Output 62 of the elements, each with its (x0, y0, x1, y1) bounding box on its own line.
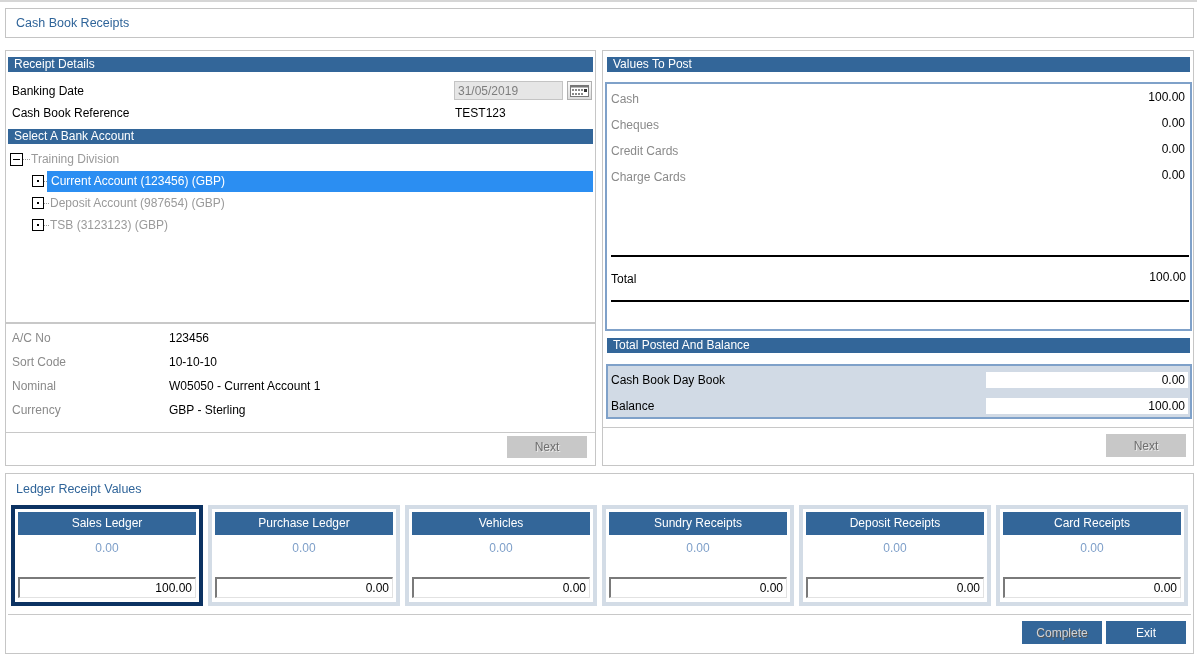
page-title: Cash Book Receipts (16, 16, 130, 30)
ledger-card[interactable]: Purchase Ledger 0.00 0.00 (208, 505, 400, 606)
value-label: Credit Cards (611, 144, 679, 158)
detail-value: 10-10-10 (169, 355, 219, 369)
calendar-icon (570, 84, 589, 97)
total-amount: 100.00 (1149, 269, 1186, 284)
section-header: Select A Bank Account (8, 129, 593, 144)
detail-label: Currency (12, 403, 62, 417)
card-header: Deposit Receipts (806, 512, 984, 535)
field-label: Cash Book Reference (12, 106, 131, 120)
section-title: Ledger Receipt Values (16, 482, 142, 496)
card-header: Sales Ledger (18, 512, 196, 535)
value-label: Cheques (611, 118, 660, 132)
ledger-card[interactable]: Card Receipts 0.00 0.00 (996, 505, 1188, 606)
detail-label: Sort Code (12, 355, 68, 369)
ledger-card[interactable]: Sales Ledger 0.00 100.00 (11, 505, 203, 606)
posted-amount: 0.00 (291, 540, 317, 557)
detail-value: GBP - Sterling (169, 403, 247, 417)
posted-amount: 0.00 (94, 540, 120, 557)
posted-amount: 0.00 (488, 540, 514, 557)
amount-text: 0.00 (1161, 142, 1185, 156)
amount-field[interactable]: 0.00 (1003, 577, 1181, 598)
balance-label: Cash Book Day Book (611, 373, 726, 387)
amount-field[interactable]: 0.00 (215, 577, 393, 598)
card-header: Vehicles (412, 512, 590, 535)
card-header: Card Receipts (1003, 512, 1181, 535)
detail-value: W05050 - Current Account 1 (169, 379, 322, 393)
ledger-card[interactable]: Deposit Receipts 0.00 0.00 (799, 505, 991, 606)
amount-field: 0.00 (986, 372, 1188, 388)
amount-field[interactable]: 0.00 (806, 577, 984, 598)
posted-amount: 0.00 (1079, 540, 1105, 557)
field-label: Banking Date (12, 83, 86, 98)
detail-label: Nominal (12, 379, 57, 393)
balance-label: Balance (611, 399, 655, 413)
field-value: TEST123 (454, 106, 507, 120)
section-header: Values To Post (607, 57, 1190, 72)
value-label: Cash (611, 92, 639, 106)
amount-text: 0.00 (1161, 168, 1185, 182)
amount-text: 0.00 (1161, 116, 1185, 130)
minus-box-icon[interactable] (10, 152, 30, 166)
posted-amount: 0.00 (882, 540, 908, 557)
ledger-card[interactable]: Sundry Receipts 0.00 0.00 (602, 505, 794, 606)
total-label: Total (611, 271, 637, 286)
amount-field[interactable]: 0.00 (609, 577, 787, 598)
amount-field[interactable]: 0.00 (412, 577, 590, 598)
ledger-card[interactable]: Vehicles 0.00 0.00 (405, 505, 597, 606)
dot-box-icon[interactable] (32, 197, 49, 209)
action-button[interactable]: Exit (1106, 621, 1186, 644)
section-header: Total Posted And Balance (607, 338, 1190, 353)
value-label: Charge Cards (611, 170, 686, 184)
amount-field: 100.00 (986, 398, 1188, 414)
card-header: Purchase Ledger (215, 512, 393, 535)
amount-field[interactable]: 100.00 (18, 577, 196, 598)
dot-box-icon[interactable] (32, 175, 49, 187)
posted-amount: 0.00 (685, 540, 711, 557)
section-header: Receipt Details (8, 57, 593, 72)
detail-value: 123456 (169, 331, 211, 345)
detail-label: A/C No (12, 331, 52, 345)
amount-text: 100.00 (1148, 90, 1185, 104)
card-header: Sundry Receipts (609, 512, 787, 535)
dot-box-icon[interactable] (32, 219, 49, 231)
calendar-button[interactable] (567, 81, 592, 100)
